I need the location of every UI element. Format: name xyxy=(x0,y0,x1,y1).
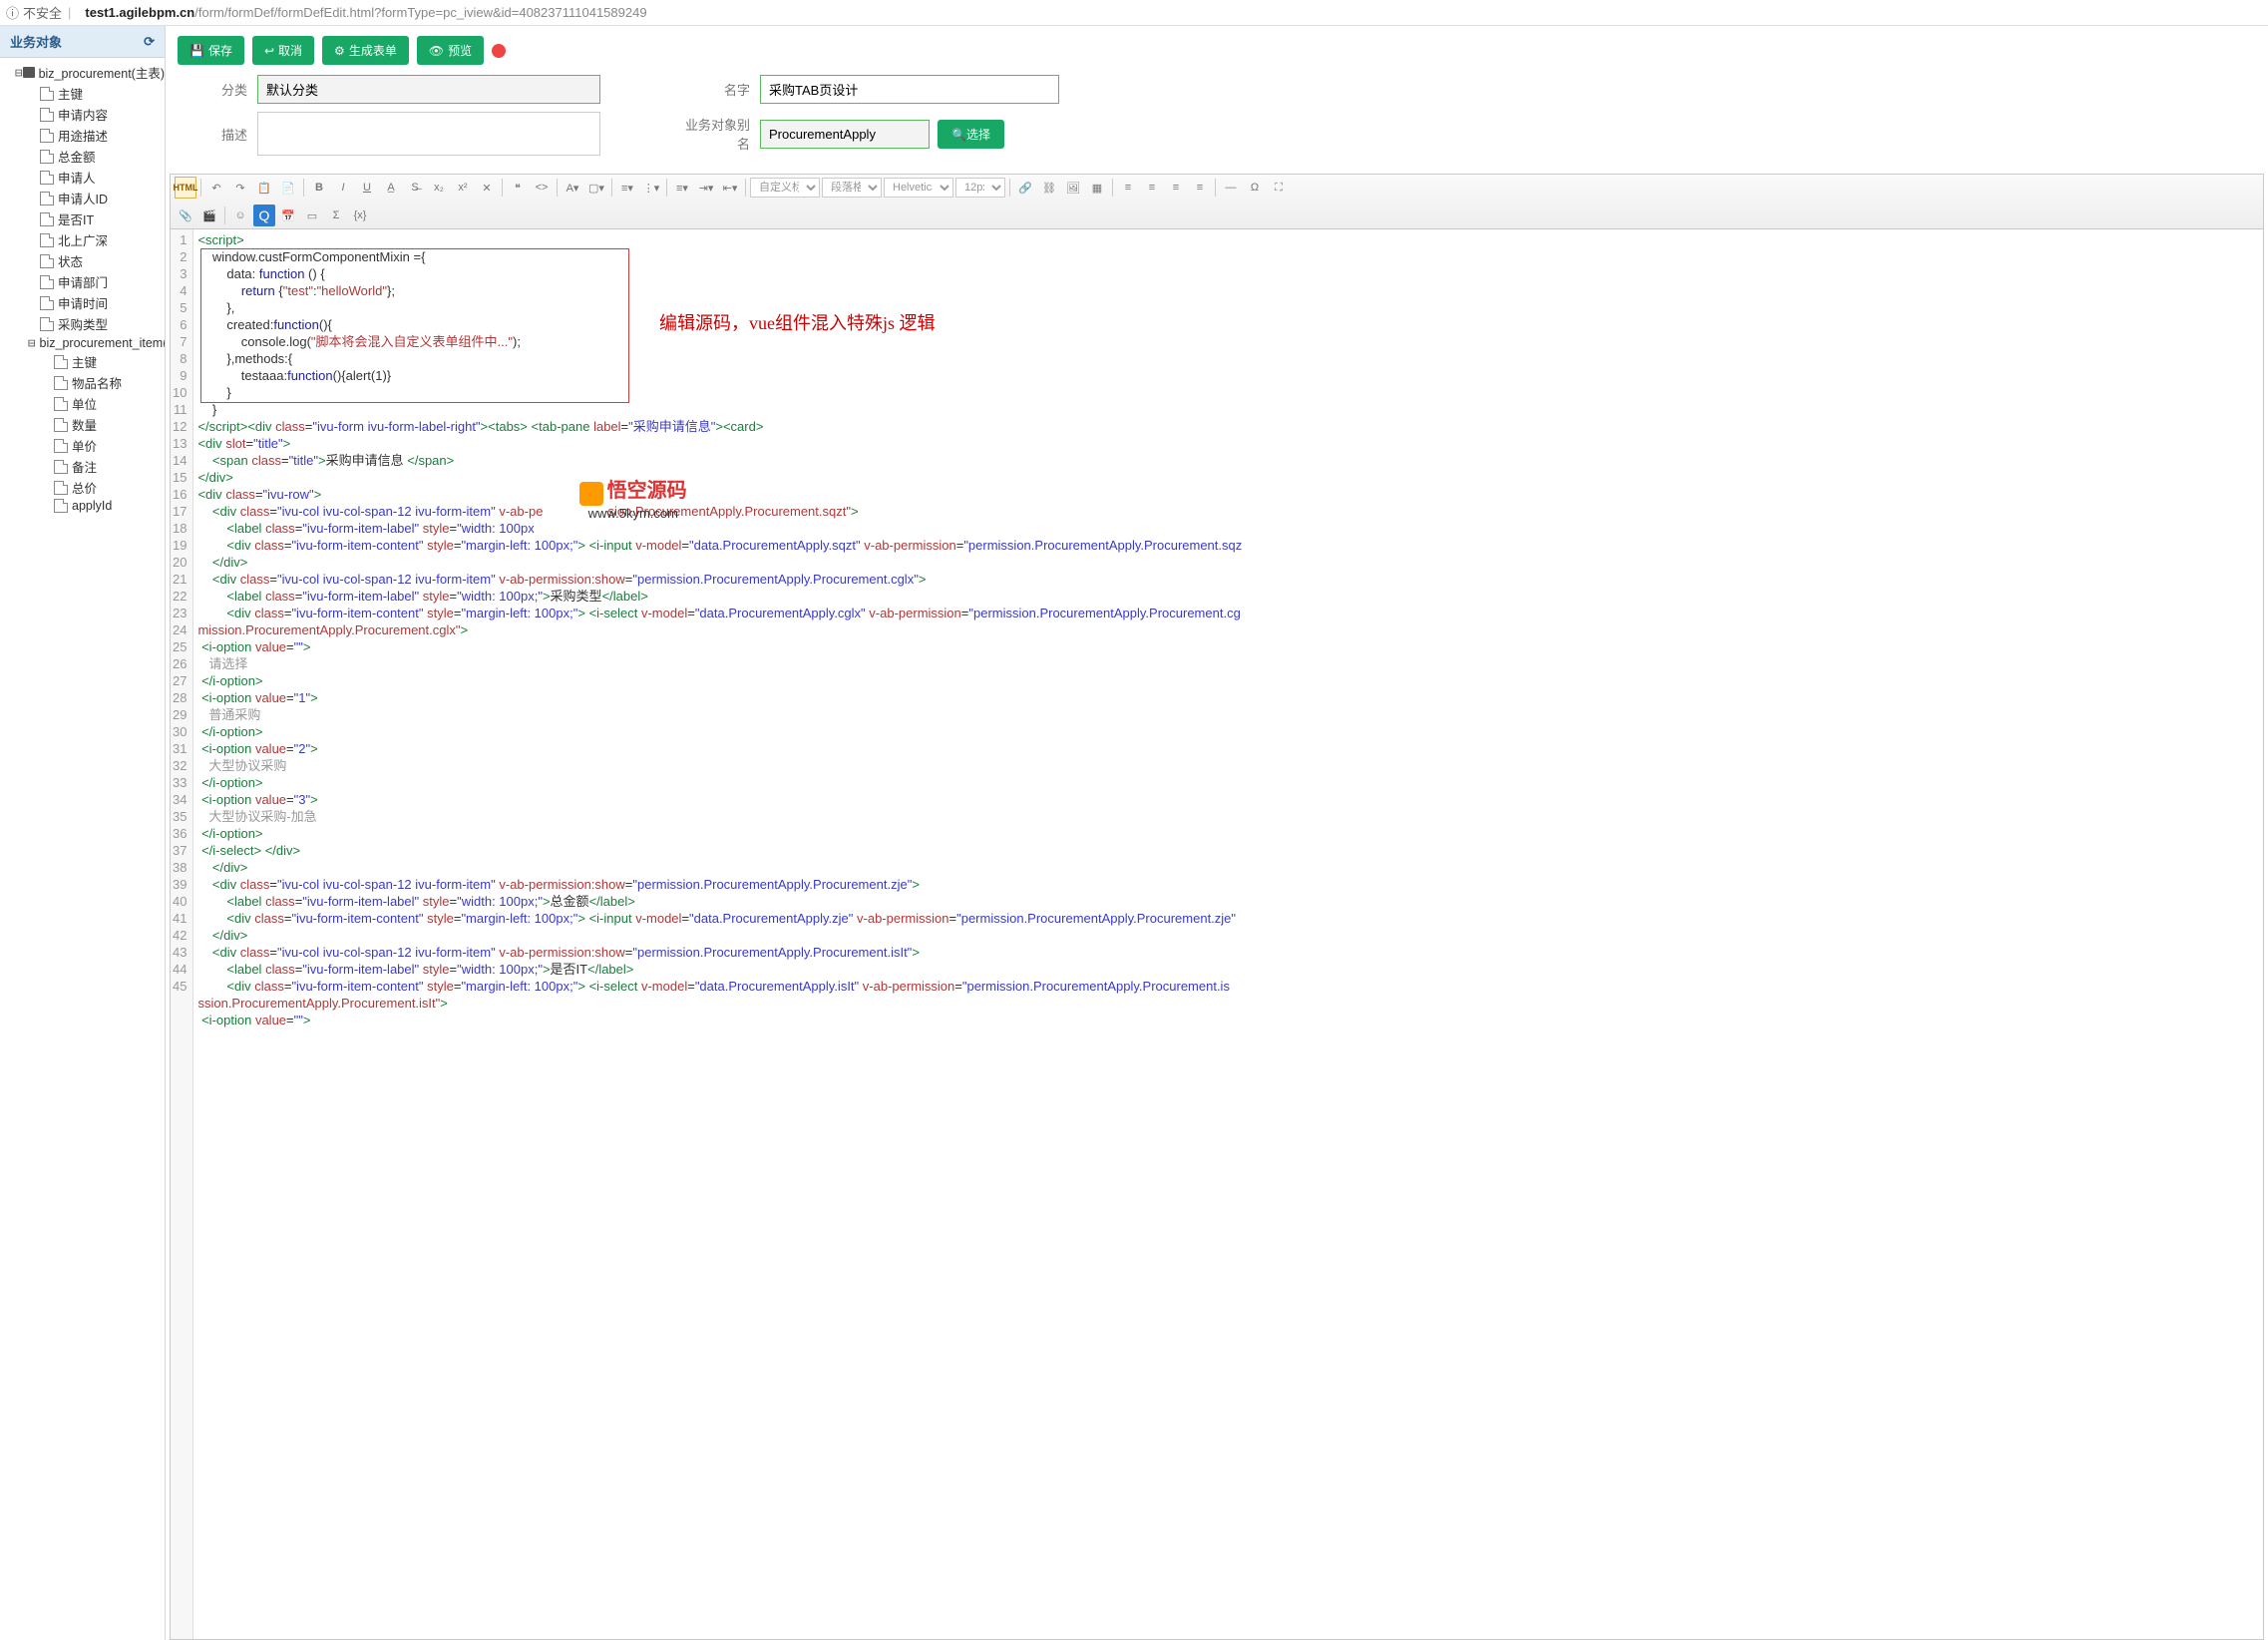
fullscreen-icon[interactable]: ⛶ xyxy=(1268,177,1290,199)
attach-icon[interactable]: 📎 xyxy=(175,205,196,226)
hr-icon[interactable]: — xyxy=(1220,177,1242,199)
name-input[interactable] xyxy=(760,75,1059,104)
tree-leaf[interactable]: 用途描述 xyxy=(28,125,165,146)
tree-leaf[interactable]: 采购类型 xyxy=(28,313,165,334)
align-icon[interactable]: ≡▾ xyxy=(671,177,693,199)
copy-icon[interactable]: 📋 xyxy=(253,177,275,199)
category-input[interactable] xyxy=(257,75,600,104)
form-icon[interactable]: ▭ xyxy=(301,205,323,226)
tree-leaf[interactable]: 是否IT xyxy=(28,208,165,229)
size-select[interactable]: 12px xyxy=(955,178,1005,198)
tree-leaf[interactable]: 北上广深 xyxy=(28,229,165,250)
link-icon[interactable]: 🔗 xyxy=(1014,177,1036,199)
name-label: 名字 xyxy=(680,80,760,99)
outdent-icon[interactable]: ⇤▾ xyxy=(719,177,741,199)
sub-icon[interactable]: x₂ xyxy=(428,177,450,199)
strike-icon[interactable]: S̶ xyxy=(404,177,426,199)
tree-leaf[interactable]: 单价 xyxy=(42,435,165,456)
image-icon[interactable]: 🖼 xyxy=(1062,177,1084,199)
preview-button[interactable]: 👁预览 xyxy=(417,36,484,65)
align-right-icon[interactable]: ≡ xyxy=(1165,177,1187,199)
url: test1.agilebpm.cn/form/formDef/formDefEd… xyxy=(85,5,646,20)
desc-textarea[interactable] xyxy=(257,112,600,156)
sigma-icon[interactable]: Σ xyxy=(325,205,347,226)
action-toolbar: 💾保存 ↩取消 ⚙生成表单 👁预览 xyxy=(166,26,2268,75)
paste-icon[interactable]: 📄 xyxy=(277,177,299,199)
justify-icon[interactable]: ≡ xyxy=(1189,177,1211,199)
sidebar: 业务对象 ⟳ ⊟biz_procurement(主表) 主键申请内容用途描述总金… xyxy=(0,26,166,1640)
generate-form-button[interactable]: ⚙生成表单 xyxy=(322,36,409,65)
tree-leaf[interactable]: applyId xyxy=(42,498,165,514)
editor-toolbar: HTML ↶ ↷ 📋 📄 B I U A̲ S̶ x₂ x² ✕ ❝ <> A▾… xyxy=(170,174,2264,229)
tree-leaf[interactable]: 申请人 xyxy=(28,167,165,188)
category-label: 分类 xyxy=(178,80,257,99)
alias-input[interactable] xyxy=(760,120,930,149)
tree-leaf[interactable]: 总价 xyxy=(42,477,165,498)
var-icon[interactable]: {x} xyxy=(349,205,371,226)
font-select[interactable]: Helvetica ! xyxy=(884,178,953,198)
main-panel: 💾保存 ↩取消 ⚙生成表单 👁预览 分类 名字 描述 xyxy=(166,26,2268,1640)
align-left-icon[interactable]: ≡ xyxy=(1117,177,1139,199)
select-alias-button[interactable]: 🔍选择 xyxy=(938,120,1004,149)
sup-icon[interactable]: x² xyxy=(452,177,474,199)
redo-icon[interactable]: ↷ xyxy=(229,177,251,199)
sidebar-header: 业务对象 ⟳ xyxy=(0,26,165,58)
annotation-text: 编辑源码，vue组件混入特殊js 逻辑 xyxy=(659,309,936,335)
media-icon[interactable]: 🎬 xyxy=(198,205,220,226)
tree-leaf[interactable]: 数量 xyxy=(42,414,165,435)
ul-icon[interactable]: ⋮▾ xyxy=(640,177,662,199)
text-color-icon[interactable]: A▾ xyxy=(562,177,583,199)
code-icon[interactable]: <> xyxy=(531,177,553,199)
align-center-icon[interactable]: ≡ xyxy=(1141,177,1163,199)
unlink-icon[interactable]: ⛓ xyxy=(1038,177,1060,199)
tree-root-2[interactable]: ⊟biz_procurement_item( xyxy=(28,334,165,351)
ol-icon[interactable]: ≡▾ xyxy=(616,177,638,199)
object-tree[interactable]: ⊟biz_procurement(主表) 主键申请内容用途描述总金额申请人申请人… xyxy=(0,58,165,1640)
watermark-icon xyxy=(579,482,603,506)
bg-color-icon[interactable]: ▢▾ xyxy=(585,177,607,199)
undo-icon[interactable]: ↶ xyxy=(205,177,227,199)
save-button[interactable]: 💾保存 xyxy=(178,36,244,65)
quote-icon[interactable]: ❝ xyxy=(507,177,529,199)
tree-leaf[interactable]: 申请人ID xyxy=(28,188,165,208)
cancel-button[interactable]: ↩取消 xyxy=(252,36,314,65)
paragraph-select[interactable]: 段落格式 xyxy=(822,178,882,198)
tree-leaf[interactable]: 主键 xyxy=(42,351,165,372)
table-icon[interactable]: ▦ xyxy=(1086,177,1108,199)
underline-icon[interactable]: U xyxy=(356,177,378,199)
clear-format-icon[interactable]: ✕ xyxy=(476,177,498,199)
emoji-icon[interactable]: ☺ xyxy=(229,205,251,226)
watermark: 悟空源码 www.5kym.com xyxy=(579,474,687,521)
custom-tag-select[interactable]: 自定义标签 xyxy=(750,178,820,198)
address-bar: ⓘ 不安全 | test1.agilebpm.cn/form/formDef/f… xyxy=(0,0,2268,26)
tree-leaf[interactable]: 主键 xyxy=(28,83,165,104)
special-icon[interactable]: Ω xyxy=(1244,177,1266,199)
tree-leaf[interactable]: 申请时间 xyxy=(28,292,165,313)
security-warning: ⓘ 不安全 xyxy=(6,3,62,22)
bold-icon[interactable]: B xyxy=(308,177,330,199)
tree-leaf[interactable]: 总金额 xyxy=(28,146,165,167)
date-icon[interactable]: 📅 xyxy=(277,205,299,226)
html-source-button[interactable]: HTML xyxy=(175,177,196,199)
alias-label: 业务对象别名 xyxy=(680,115,760,153)
source-editor[interactable]: 1234567891011121314151617181920212223242… xyxy=(170,229,2264,1640)
tree-leaf[interactable]: 申请内容 xyxy=(28,104,165,125)
tree-leaf[interactable]: 单位 xyxy=(42,393,165,414)
refresh-icon[interactable]: ⟳ xyxy=(144,34,155,50)
tree-leaf[interactable]: 状态 xyxy=(28,250,165,271)
font-icon[interactable]: A̲ xyxy=(380,177,402,199)
error-indicator-icon xyxy=(492,44,506,58)
tree-leaf[interactable]: 物品名称 xyxy=(42,372,165,393)
search-icon[interactable]: Q xyxy=(253,205,275,226)
italic-icon[interactable]: I xyxy=(332,177,354,199)
tree-leaf[interactable]: 申请部门 xyxy=(28,271,165,292)
tree-root-1[interactable]: ⊟biz_procurement(主表) xyxy=(14,62,165,83)
desc-label: 描述 xyxy=(178,125,257,144)
tree-leaf[interactable]: 备注 xyxy=(42,456,165,477)
indent-icon[interactable]: ⇥▾ xyxy=(695,177,717,199)
